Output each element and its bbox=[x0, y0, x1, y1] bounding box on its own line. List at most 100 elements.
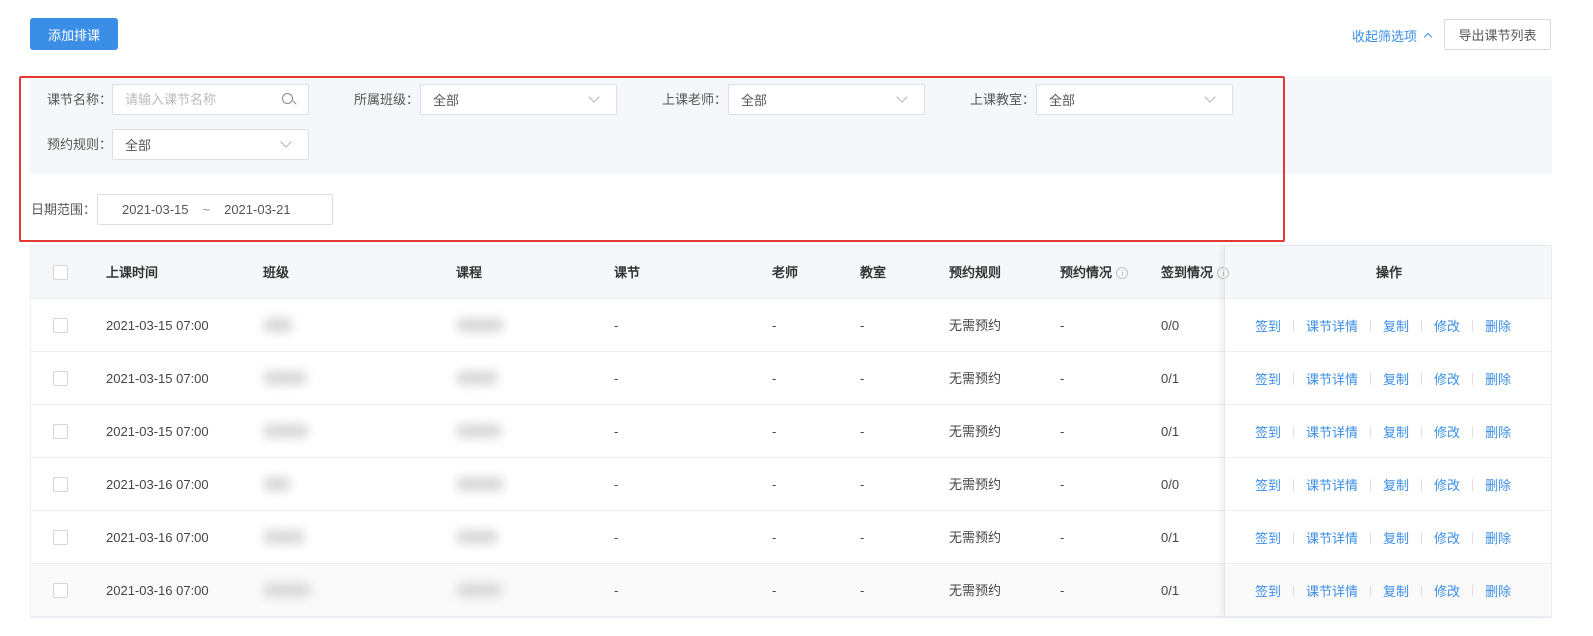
column-header-teacher: 老师 bbox=[772, 265, 799, 280]
column-header-rule: 预约规则 bbox=[949, 265, 1002, 280]
select-all-checkbox[interactable] bbox=[53, 265, 68, 280]
action-divider bbox=[1472, 425, 1474, 438]
cell-time: 2021-03-15 07:00 bbox=[106, 424, 209, 439]
row-checkbox[interactable] bbox=[53, 477, 68, 492]
cell-classroom: - bbox=[860, 318, 865, 333]
row-actions: 签到 课节详情 复制 修改 删除 bbox=[1255, 405, 1511, 458]
row-actions: 签到 课节详情 复制 修改 删除 bbox=[1255, 564, 1511, 617]
row-actions: 签到 课节详情 复制 修改 删除 bbox=[1255, 511, 1511, 564]
action-divider bbox=[1421, 478, 1423, 491]
checkin-action[interactable]: 签到 bbox=[1255, 422, 1281, 441]
lesson-detail-action[interactable]: 课节详情 bbox=[1306, 316, 1358, 335]
export-lessons-button[interactable]: 导出课节列表 bbox=[1444, 19, 1551, 50]
collapse-filters-link[interactable]: 收起筛选项 bbox=[1351, 26, 1433, 45]
column-header-checkin: 签到情况 bbox=[1161, 246, 1230, 299]
copy-action[interactable]: 复制 bbox=[1383, 316, 1409, 335]
action-divider bbox=[1293, 584, 1295, 597]
checkin-action[interactable]: 签到 bbox=[1255, 581, 1281, 600]
blurred-course-name bbox=[456, 477, 504, 491]
row-checkbox[interactable] bbox=[53, 583, 68, 598]
copy-action[interactable]: 复制 bbox=[1383, 475, 1409, 494]
add-schedule-button[interactable]: 添加排课 bbox=[30, 18, 118, 50]
cell-rule: 无需预约 bbox=[949, 318, 1002, 333]
cell-booking: - bbox=[1060, 477, 1065, 492]
edit-action[interactable]: 修改 bbox=[1434, 369, 1460, 388]
column-header-lesson: 课节 bbox=[614, 265, 641, 280]
info-icon[interactable] bbox=[1116, 266, 1129, 279]
action-divider bbox=[1472, 478, 1474, 491]
action-divider bbox=[1421, 531, 1423, 544]
column-header-time: 上课时间 bbox=[106, 265, 159, 280]
collapse-filters-label: 收起筛选项 bbox=[1351, 29, 1417, 44]
column-header-classroom: 教室 bbox=[860, 265, 887, 280]
copy-action[interactable]: 复制 bbox=[1383, 581, 1409, 600]
info-icon[interactable] bbox=[1217, 266, 1230, 279]
cell-teacher: - bbox=[772, 583, 777, 598]
delete-action[interactable]: 删除 bbox=[1485, 581, 1511, 600]
action-divider bbox=[1472, 319, 1474, 332]
cell-rule: 无需预约 bbox=[949, 371, 1002, 386]
action-divider bbox=[1293, 319, 1295, 332]
cell-classroom: - bbox=[860, 530, 865, 545]
row-checkbox[interactable] bbox=[53, 318, 68, 333]
cell-rule: 无需预约 bbox=[949, 530, 1002, 545]
blurred-class-name bbox=[263, 530, 305, 544]
cell-classroom: - bbox=[860, 583, 865, 598]
cell-classroom: - bbox=[860, 371, 865, 386]
action-divider bbox=[1370, 478, 1372, 491]
delete-action[interactable]: 删除 bbox=[1485, 369, 1511, 388]
table-row: 2021-03-16 07:00 - - - 无需预约 - 0/0 签到 课节详… bbox=[31, 458, 1551, 511]
copy-action[interactable]: 复制 bbox=[1383, 369, 1409, 388]
edit-action[interactable]: 修改 bbox=[1434, 475, 1460, 494]
column-header-checkin-label: 签到情况 bbox=[1161, 265, 1214, 280]
cell-classroom: - bbox=[860, 424, 865, 439]
action-divider bbox=[1293, 531, 1295, 544]
row-actions: 签到 课节详情 复制 修改 删除 bbox=[1255, 352, 1511, 405]
cell-booking: - bbox=[1060, 318, 1065, 333]
row-checkbox[interactable] bbox=[53, 424, 68, 439]
action-divider bbox=[1421, 372, 1423, 385]
table-row: 2021-03-15 07:00 - - - 无需预约 - 0/1 签到 课节详… bbox=[31, 405, 1551, 458]
edit-action[interactable]: 修改 bbox=[1434, 316, 1460, 335]
action-divider bbox=[1370, 319, 1372, 332]
lesson-detail-action[interactable]: 课节详情 bbox=[1306, 422, 1358, 441]
blurred-course-name bbox=[456, 424, 502, 438]
column-header-class: 班级 bbox=[263, 265, 290, 280]
cell-time: 2021-03-16 07:00 bbox=[106, 583, 209, 598]
cell-time: 2021-03-15 07:00 bbox=[106, 371, 209, 386]
edit-action[interactable]: 修改 bbox=[1434, 528, 1460, 547]
action-divider bbox=[1421, 425, 1423, 438]
lesson-detail-action[interactable]: 课节详情 bbox=[1306, 528, 1358, 547]
delete-action[interactable]: 删除 bbox=[1485, 422, 1511, 441]
filter-highlight-frame bbox=[19, 76, 1285, 242]
copy-action[interactable]: 复制 bbox=[1383, 528, 1409, 547]
lesson-detail-action[interactable]: 课节详情 bbox=[1306, 369, 1358, 388]
cell-teacher: - bbox=[772, 371, 777, 386]
table-row: 2021-03-16 07:00 - - - 无需预约 - 0/1 签到 课节详… bbox=[31, 511, 1551, 564]
delete-action[interactable]: 删除 bbox=[1485, 475, 1511, 494]
blurred-course-name bbox=[456, 530, 498, 544]
table-row: 2021-03-16 07:00 - - - 无需预约 - 0/1 签到 课节详… bbox=[31, 564, 1551, 617]
cell-booking: - bbox=[1060, 583, 1065, 598]
checkin-action[interactable]: 签到 bbox=[1255, 528, 1281, 547]
checkin-action[interactable]: 签到 bbox=[1255, 369, 1281, 388]
row-checkbox[interactable] bbox=[53, 371, 68, 386]
checkin-action[interactable]: 签到 bbox=[1255, 316, 1281, 335]
action-divider bbox=[1472, 584, 1474, 597]
delete-action[interactable]: 删除 bbox=[1485, 316, 1511, 335]
edit-action[interactable]: 修改 bbox=[1434, 581, 1460, 600]
lesson-detail-action[interactable]: 课节详情 bbox=[1306, 581, 1358, 600]
cell-classroom: - bbox=[860, 477, 865, 492]
checkin-action[interactable]: 签到 bbox=[1255, 475, 1281, 494]
cell-checkin: 0/1 bbox=[1161, 583, 1180, 598]
edit-action[interactable]: 修改 bbox=[1434, 422, 1460, 441]
action-divider bbox=[1370, 425, 1372, 438]
cell-teacher: - bbox=[772, 318, 777, 333]
cell-lesson: - bbox=[614, 477, 619, 492]
blurred-course-name bbox=[456, 318, 504, 332]
action-divider bbox=[1370, 372, 1372, 385]
lesson-detail-action[interactable]: 课节详情 bbox=[1306, 475, 1358, 494]
copy-action[interactable]: 复制 bbox=[1383, 422, 1409, 441]
row-checkbox[interactable] bbox=[53, 530, 68, 545]
delete-action[interactable]: 删除 bbox=[1485, 528, 1511, 547]
